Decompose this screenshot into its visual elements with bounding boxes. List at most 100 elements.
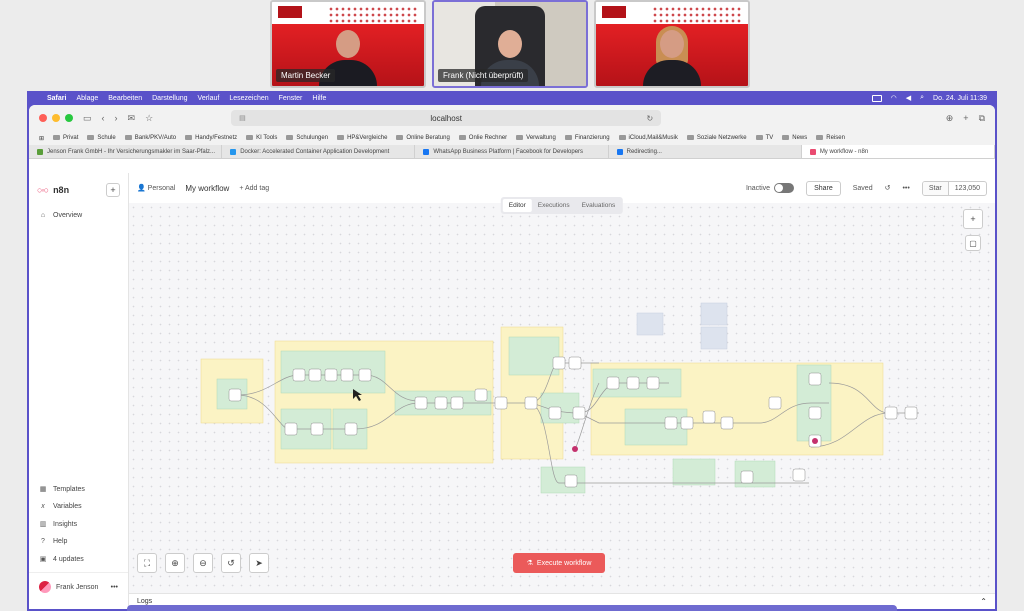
bookmark-folder[interactable]: KI Tools bbox=[246, 135, 277, 141]
macos-menubar: Safari Ablage Bearbeiten Darstellung Ver… bbox=[27, 91, 997, 105]
bookmark-folder[interactable]: Schulungen bbox=[286, 135, 328, 141]
sidebar-item-insights[interactable]: ▥ Insights bbox=[29, 515, 128, 533]
zoom-window-icon[interactable] bbox=[65, 114, 73, 122]
tab-overview-icon[interactable]: ⧉ bbox=[979, 113, 985, 124]
wifi-icon[interactable]: ◠ bbox=[891, 94, 897, 102]
zoom-in-button[interactable]: ⊕ bbox=[165, 553, 185, 573]
sidebar-item-overview[interactable]: ⌂ Overview bbox=[29, 207, 128, 224]
project-crumb[interactable]: 👤 Personal bbox=[137, 184, 175, 192]
bookmark-folder[interactable]: News bbox=[782, 135, 807, 141]
menu-verlauf[interactable]: Verlauf bbox=[198, 95, 220, 102]
reload-icon[interactable]: ↻ bbox=[646, 114, 653, 123]
bookmark-folder[interactable]: Privat bbox=[53, 135, 78, 141]
user-name: Frank Jenson bbox=[56, 583, 99, 591]
templates-icon: ▦ bbox=[39, 486, 47, 493]
search-icon[interactable]: ⌕ bbox=[920, 94, 924, 102]
bookmark-folder[interactable]: Onlie Rechner bbox=[459, 135, 507, 141]
participant-name: Martin Becker bbox=[276, 69, 336, 82]
downloads-icon[interactable]: ⊕ bbox=[946, 113, 954, 124]
menu-bearbeiten[interactable]: Bearbeiten bbox=[108, 95, 142, 102]
menu-hilfe[interactable]: Hilfe bbox=[312, 95, 326, 102]
clock[interactable]: Do. 24. Juli 11:39 bbox=[933, 95, 987, 102]
sidebar-item-templates[interactable]: ▦ Templates bbox=[29, 480, 128, 498]
github-star-button[interactable]: Star 123,050 bbox=[921, 180, 987, 196]
browser-tab[interactable]: Redirecting... bbox=[609, 145, 802, 158]
new-tab-icon[interactable]: + bbox=[963, 113, 968, 124]
share-button[interactable]: Share bbox=[806, 180, 841, 196]
minimize-window-icon[interactable] bbox=[52, 114, 60, 122]
more-icon[interactable]: ••• bbox=[111, 584, 118, 591]
page-icon: ▤ bbox=[239, 115, 246, 122]
bookmark-folder[interactable]: Online Beratung bbox=[396, 135, 449, 141]
logs-label: Logs bbox=[137, 598, 153, 605]
bookmark-folder[interactable]: HP&Vergleiche bbox=[337, 135, 387, 141]
tab-editor[interactable]: Editor bbox=[502, 199, 532, 212]
chevron-up-icon[interactable]: ⌃ bbox=[980, 597, 987, 606]
battery-icon[interactable] bbox=[871, 94, 882, 102]
sidebar-item-label: Variables bbox=[53, 503, 82, 510]
fit-view-button[interactable]: ⛶ bbox=[137, 553, 157, 573]
tab-label: Redirecting... bbox=[626, 148, 662, 155]
sticky-note-button[interactable]: ▢ bbox=[965, 235, 981, 251]
sidebar-item-label: Insights bbox=[53, 520, 78, 528]
mail-icon[interactable]: ✉ bbox=[128, 113, 136, 124]
volume-icon[interactable]: ◀ bbox=[906, 94, 911, 102]
add-tag-button[interactable]: + Add tag bbox=[239, 185, 269, 192]
user-menu[interactable]: Frank Jenson ••• bbox=[29, 572, 128, 601]
tab-bar: Jenson Frank GmbH - Ihr Versicherungsmak… bbox=[29, 145, 995, 159]
forward-icon[interactable]: › bbox=[115, 113, 118, 123]
window-controls bbox=[39, 114, 73, 122]
participant-tile-active[interactable]: Frank (Nicht überprüft) bbox=[432, 0, 588, 88]
bookmark-folder[interactable]: TV bbox=[756, 135, 774, 141]
close-window-icon[interactable] bbox=[39, 114, 47, 122]
bookmark-grid-icon[interactable]: ⊞ bbox=[39, 135, 44, 142]
menu-lesezeichen[interactable]: Lesezeichen bbox=[229, 95, 268, 102]
workflow-canvas[interactable]: + ▢ ⛶ ⊕ ⊖ ↺ ➤ ⚗ Execute workflow bbox=[129, 203, 995, 593]
select-tool-button[interactable]: ➤ bbox=[249, 553, 269, 573]
bookmark-folder[interactable]: Verwaltung bbox=[516, 135, 556, 141]
bookmark-folder[interactable]: Soziale Netzwerke bbox=[687, 135, 747, 141]
zoom-out-button[interactable]: ⊖ bbox=[193, 553, 213, 573]
browser-tab[interactable]: Jenson Frank GmbH - Ihr Versicherungsmak… bbox=[29, 145, 223, 158]
bookmark-folder[interactable]: iCloud,Mail&Musik bbox=[619, 135, 678, 141]
saved-status: Saved bbox=[852, 184, 873, 192]
github-star-label: Star bbox=[922, 181, 949, 195]
safari-window: ▭ ‹ › ✉ ☆ ▤ localhost ↻ ⊕ + ⧉ ⊞ Privat Sch… bbox=[29, 105, 995, 609]
video-participants: Martin Becker Frank (Nicht überprüft) bbox=[270, 0, 750, 88]
sidebar-item-help[interactable]: ? Help bbox=[29, 533, 128, 550]
execute-workflow-button[interactable]: ⚗ Execute workflow bbox=[513, 553, 605, 573]
sidebar-item-variables[interactable]: x Variables bbox=[29, 498, 128, 515]
history-icon[interactable]: ↺ bbox=[885, 184, 891, 192]
participant-tile[interactable]: Martin Becker bbox=[270, 0, 426, 88]
bookmark-folder[interactable]: Finanzierung bbox=[565, 135, 610, 141]
star-icon[interactable]: ☆ bbox=[145, 113, 153, 124]
sidebar-toggle-icon[interactable]: ▭ bbox=[83, 113, 92, 124]
reset-zoom-button[interactable]: ↺ bbox=[221, 553, 241, 573]
safari-toolbar: ▭ ‹ › ✉ ☆ ▤ localhost ↻ ⊕ + ⧉ bbox=[29, 105, 995, 131]
more-options-icon[interactable]: ••• bbox=[902, 185, 909, 192]
menu-fenster[interactable]: Fenster bbox=[279, 95, 303, 102]
bookmark-folder[interactable]: Bank/PKV/Auto bbox=[125, 135, 176, 141]
create-button[interactable]: + bbox=[106, 183, 120, 197]
address-bar[interactable]: ▤ localhost ↻ bbox=[231, 110, 662, 126]
menu-safari[interactable]: Safari bbox=[47, 95, 66, 102]
browser-tab[interactable]: Docker: Accelerated Container Applicatio… bbox=[222, 145, 416, 158]
browser-tab[interactable]: My workflow - n8n bbox=[801, 145, 995, 158]
tab-executions[interactable]: Executions bbox=[532, 199, 576, 212]
menu-ablage[interactable]: Ablage bbox=[76, 95, 98, 102]
bookmark-folder[interactable]: Reisen bbox=[816, 135, 845, 141]
workflow-name[interactable]: My workflow bbox=[185, 184, 229, 193]
bookmark-folder[interactable]: Handy/Festnetz bbox=[185, 135, 237, 141]
back-icon[interactable]: ‹ bbox=[102, 113, 105, 123]
active-toggle[interactable]: Inactive bbox=[746, 183, 795, 193]
menu-darstellung[interactable]: Darstellung bbox=[152, 95, 187, 102]
browser-tab[interactable]: WhatsApp Business Platform | Facebook fo… bbox=[415, 145, 609, 158]
add-node-button[interactable]: + bbox=[963, 209, 983, 229]
tab-label: Docker: Accelerated Container Applicatio… bbox=[240, 148, 390, 155]
bookmark-folder[interactable]: Schule bbox=[87, 135, 115, 141]
tab-evaluations[interactable]: Evaluations bbox=[576, 199, 622, 212]
participant-tile[interactable] bbox=[594, 0, 750, 88]
participant-name: Frank (Nicht überprüft) bbox=[438, 69, 529, 82]
sidebar-item-updates[interactable]: ▣ 4 updates bbox=[29, 550, 128, 568]
tab-label: Jenson Frank GmbH - Ihr Versicherungsmak… bbox=[47, 148, 216, 155]
